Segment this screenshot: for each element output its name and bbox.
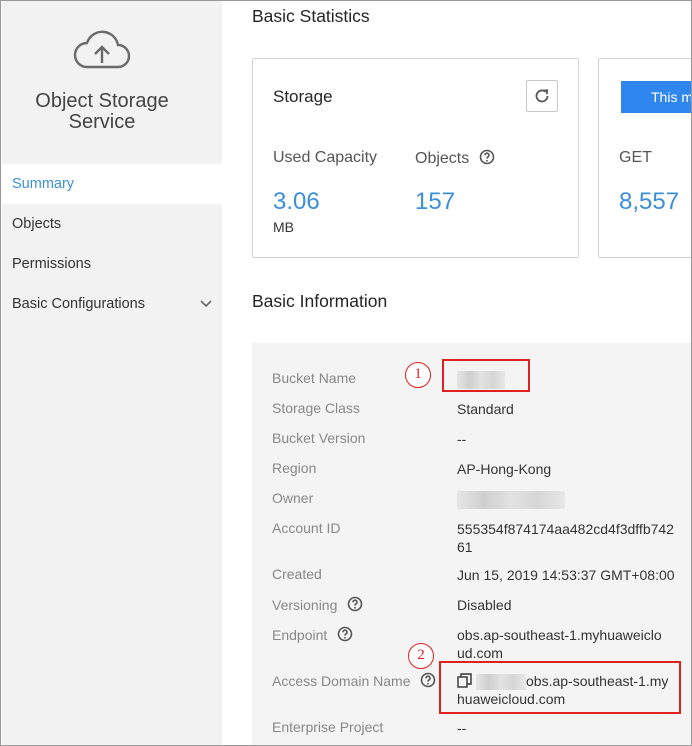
versioning-label: Versioning (272, 596, 363, 613)
refresh-button[interactable] (526, 80, 558, 112)
annotation-box-access-domain (439, 661, 681, 714)
storage-card: Storage Used Capacity 3.06 MB Objects 15… (252, 58, 579, 258)
sidebar-item-label: Basic Configurations (12, 296, 145, 312)
annotation-box-bucket-name (442, 359, 530, 392)
owner-value (457, 490, 691, 510)
storage-class-value: Standard (457, 401, 514, 417)
objects-stat-label: Objects (415, 149, 495, 168)
app-frame: Object Storage Service Summary Objects P… (0, 0, 692, 746)
used-capacity-unit: MB (273, 219, 294, 235)
sidebar: Object Storage Service Summary Objects P… (2, 1, 222, 745)
basic-information-title: Basic Information (252, 291, 388, 311)
versioning-label-text: Versioning (272, 597, 338, 613)
sidebar-nav: Summary Objects Permissions Basic Config… (2, 164, 222, 324)
created-value: Jun 15, 2019 14:53:37 GMT+08:00 (457, 567, 675, 583)
storage-card-title: Storage (273, 87, 333, 106)
sidebar-item-basic-configurations[interactable]: Basic Configurations (2, 284, 222, 324)
used-capacity-value: 3.06 (273, 188, 320, 215)
bucket-version-value: -- (457, 431, 467, 447)
enterprise-project-value: -- (457, 720, 467, 736)
enterprise-project-label: Enterprise Project (272, 719, 384, 735)
cloud-upload-icon (73, 30, 131, 69)
annotation-number-2: 2 (408, 643, 434, 669)
help-icon[interactable] (420, 672, 436, 688)
endpoint-value: obs.ap-southeast-1.myhuaweicloud.com (457, 627, 662, 661)
objects-label-text: Objects (415, 150, 470, 167)
access-domain-label: Access Domain Name (272, 672, 436, 689)
owner-label: Owner (272, 490, 314, 506)
sidebar-item-label: Objects (12, 216, 62, 232)
created-label: Created (272, 566, 322, 582)
region-label: Region (272, 460, 317, 476)
annotation-number-1: 1 (405, 362, 431, 388)
refresh-icon (535, 89, 549, 103)
access-domain-label-text: Access Domain Name (272, 673, 411, 689)
endpoint-label: Endpoint (272, 626, 353, 643)
sidebar-item-label: Summary (12, 176, 75, 192)
sidebar-item-label: Permissions (12, 256, 91, 272)
account-id-value: 555354f874174aa482cd4f3dffb74261 (457, 521, 674, 555)
get-value: 8,557 (619, 188, 680, 215)
service-title: Object Storage Service (35, 90, 169, 133)
used-capacity-label: Used Capacity (273, 149, 378, 166)
versioning-value: Disabled (457, 597, 512, 613)
help-icon[interactable] (337, 626, 353, 642)
bucket-name-label: Bucket Name (272, 370, 357, 386)
requests-card: This m GET 8,557 (598, 58, 691, 258)
main-content: Basic Statistics Storage Used Capacity 3… (222, 1, 691, 745)
basic-statistics-title: Basic Statistics (252, 6, 370, 26)
endpoint-label-text: Endpoint (272, 627, 328, 643)
sidebar-item-summary[interactable]: Summary (2, 164, 222, 204)
bucket-version-label: Bucket Version (272, 430, 366, 446)
redacted-owner (457, 491, 565, 510)
sidebar-item-permissions[interactable]: Permissions (2, 244, 222, 284)
account-id-label: Account ID (272, 520, 341, 536)
objects-value: 157 (415, 188, 456, 215)
get-label: GET (619, 149, 652, 166)
chevron-down-icon (200, 300, 212, 308)
region-value: AP-Hong-Kong (457, 461, 552, 477)
service-logo: Object Storage Service (2, 27, 202, 133)
this-month-button[interactable]: This m (621, 81, 691, 113)
help-icon[interactable] (479, 149, 495, 165)
storage-class-label: Storage Class (272, 400, 360, 416)
sidebar-item-objects[interactable]: Objects (2, 204, 222, 244)
help-icon[interactable] (347, 596, 363, 612)
